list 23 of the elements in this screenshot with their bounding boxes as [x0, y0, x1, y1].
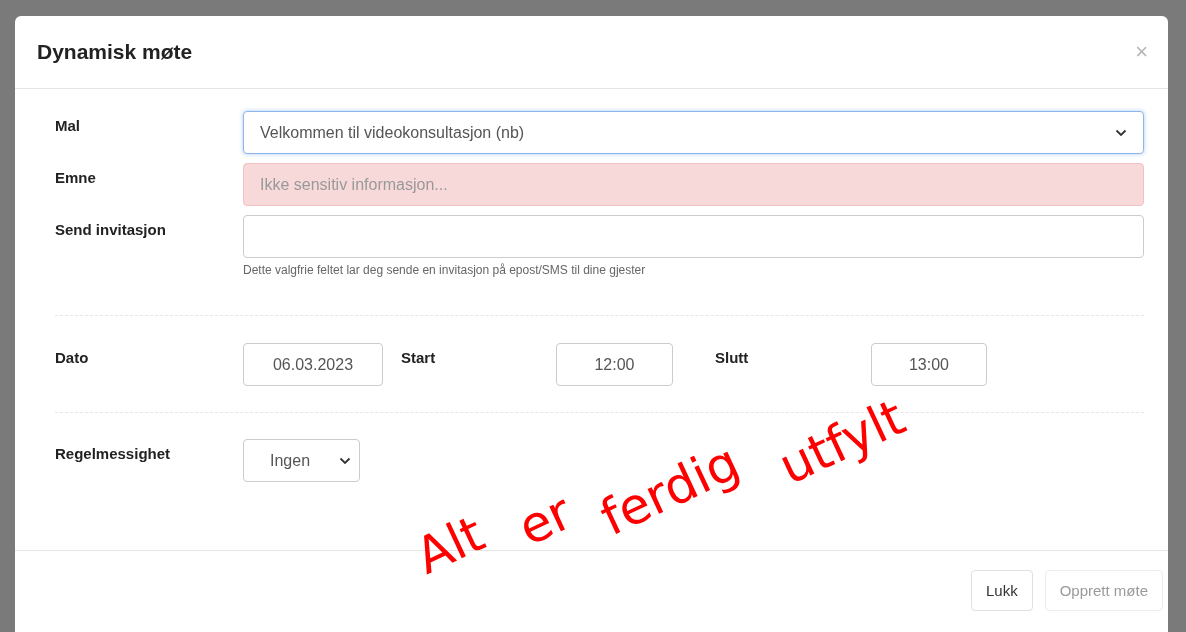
field-label: Regelmessighet [55, 445, 171, 462]
time-field[interactable]: 13:00 [871, 343, 987, 386]
handwritten-word: ferdig [593, 436, 747, 544]
handwritten-word: Alt [408, 508, 492, 582]
field-label: Start [401, 348, 437, 366]
field-label: Emne [55, 169, 96, 186]
input-field[interactable] [243, 215, 1144, 258]
field-label: Dato [55, 348, 90, 366]
field-label: Send invitasjon [55, 221, 166, 238]
chevron-icon [1115, 128, 1127, 137]
handwritten-word: utfylt [772, 391, 912, 493]
recurrence-select[interactable]: Ingen [243, 439, 360, 482]
dialog-title: Dynamisk møte [37, 40, 193, 64]
help-text: Dette valgfrie feltet lar deg sende en invitasjon på epost/SMS til dine gjester [243, 263, 647, 277]
close-dialog-button[interactable]: Lukk [970, 570, 1033, 611]
field-label: Mal [55, 117, 80, 134]
chevron-icon [339, 456, 351, 465]
handwritten-word: er [511, 486, 579, 554]
time-field[interactable]: 12:00 [556, 343, 673, 386]
date-field[interactable]: 06.03.2023 [243, 343, 383, 386]
template-select[interactable]: Velkommen til videokonsultasjon (nb) [243, 111, 1144, 154]
field-label: Slutt [715, 348, 750, 366]
subject-field[interactable]: Ikke sensitiv informasjon... [243, 163, 1144, 206]
